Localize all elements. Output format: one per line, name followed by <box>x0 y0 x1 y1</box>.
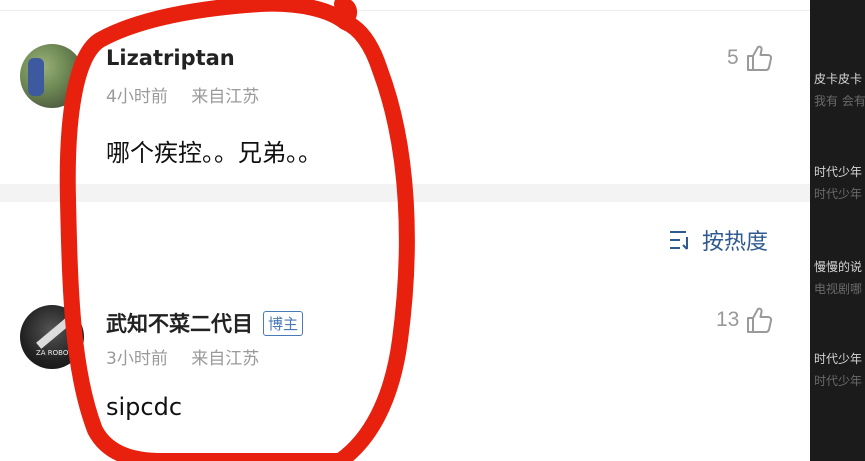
sort-by-hot-button[interactable]: 按热度 <box>668 224 768 256</box>
section-divider <box>0 184 810 202</box>
side-item-subtitle: 我有 会有 <box>814 94 865 108</box>
comment-time: 4小时前 <box>106 87 168 107</box>
avatar[interactable]: ZA ROBOT <box>20 305 84 369</box>
side-item-title[interactable]: 皮卡皮卡 <box>814 70 862 87</box>
top-divider <box>0 10 810 11</box>
like-count: 13 <box>716 308 740 331</box>
comment-text: sipcdc <box>106 393 183 421</box>
side-item-subtitle: 时代少年 <box>814 187 863 201</box>
side-panel: 皮卡皮卡 我有 会有 时代少年 时代少年 慢慢的说 电视剧哪 时代少年 时代少年 <box>810 0 865 461</box>
thumbs-up-icon <box>747 307 773 333</box>
side-item-title[interactable]: 时代少年 <box>814 163 862 180</box>
like-count: 5 <box>727 46 739 69</box>
comment-time: 3小时前 <box>106 349 168 369</box>
sort-label: 按热度 <box>702 230 769 255</box>
like-button[interactable]: 13 <box>716 306 773 334</box>
screenshot: Lizatriptan 4小时前 来自江苏 哪个疾控。。兄弟。。 5 按热度 Z… <box>0 0 865 461</box>
comment-username-row: 武知不菜二代目 博主 <box>106 308 304 338</box>
comment-meta: 3小时前 来自江苏 <box>106 344 259 369</box>
side-item-subtitle: 时代少年 <box>814 374 863 388</box>
comment-location: 来自江苏 <box>191 349 260 369</box>
sort-icon <box>670 231 688 250</box>
comment-text: 哪个疾控。。兄弟。。 <box>106 139 322 167</box>
comment-username[interactable]: 武知不菜二代目 <box>106 312 253 336</box>
comment-location: 来自江苏 <box>191 87 260 107</box>
comment-username[interactable]: Lizatriptan <box>106 46 235 70</box>
avatar[interactable] <box>20 44 84 108</box>
comment-meta: 4小时前 来自江苏 <box>106 82 259 107</box>
side-item-title[interactable]: 时代少年 <box>814 350 862 367</box>
thumbs-up-icon <box>746 45 772 71</box>
side-item-title[interactable]: 慢慢的说 <box>814 258 862 275</box>
side-item-subtitle: 电视剧哪 <box>814 282 863 296</box>
author-badge: 博主 <box>263 310 304 336</box>
like-button[interactable]: 5 <box>727 44 773 72</box>
comment-list: Lizatriptan 4小时前 来自江苏 哪个疾控。。兄弟。。 5 按热度 Z… <box>0 0 810 461</box>
